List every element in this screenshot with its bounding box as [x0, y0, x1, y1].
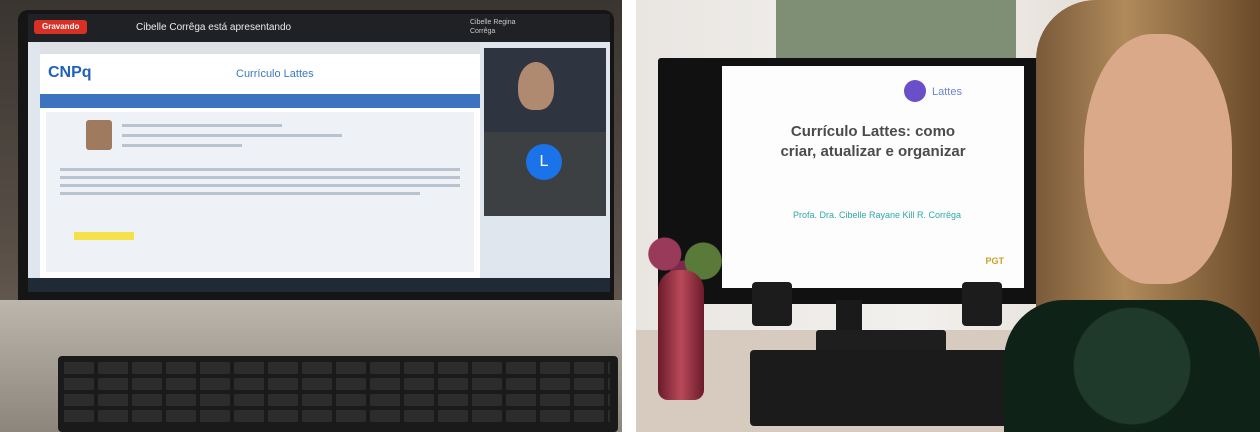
monitor-stand	[836, 300, 862, 334]
presentation-slide: Lattes Currículo Lattes: como criar, atu…	[722, 66, 1024, 288]
laptop-keyboard	[58, 356, 618, 432]
person-face	[1084, 34, 1232, 284]
laptop-screen: Gravando Cibelle Corrêga está apresentan…	[28, 14, 610, 292]
text-line	[60, 192, 420, 195]
cnpq-header: CNPq Currículo Lattes	[40, 54, 480, 95]
participant-panel: L	[484, 132, 606, 216]
shared-browser-window: CNPq Currículo Lattes	[40, 42, 480, 278]
key-row	[64, 410, 610, 422]
highlight-mark	[74, 232, 134, 240]
cnpq-logo: CNPq	[48, 64, 92, 81]
taskbar	[28, 278, 610, 292]
speaker	[962, 282, 1002, 326]
participant-avatar: L	[526, 144, 562, 180]
slide-logo-text: Lattes	[932, 86, 962, 98]
browser-bar	[40, 42, 480, 54]
meet-user: Cibelle Regina Corrêga	[470, 19, 516, 35]
text-line	[60, 184, 460, 187]
vase	[658, 270, 704, 400]
lattes-logo: Currículo Lattes	[236, 68, 314, 80]
person-shirt	[1004, 300, 1260, 432]
slide-title-line-1: Currículo Lattes: como	[790, 123, 956, 140]
slide-author: Profa. Dra. Cibelle Rayane Kill R. Corrê…	[792, 210, 962, 220]
desk-keyboard	[750, 350, 1010, 426]
text-line	[60, 176, 460, 179]
video-tile	[484, 48, 606, 132]
meet-top-bar: Gravando Cibelle Corrêga está apresentan…	[28, 14, 610, 42]
cv-area	[46, 112, 474, 272]
slide-footer: PGT	[985, 256, 1004, 266]
key-row	[64, 362, 610, 374]
key-row	[64, 394, 610, 406]
text-line	[122, 124, 282, 127]
slide-title-line-2: criar, atualizar e organizar	[780, 143, 966, 160]
text-line	[122, 144, 242, 147]
slide-title: Currículo Lattes: como criar, atualizar …	[748, 122, 998, 162]
laptop-photo: Gravando Cibelle Corrêga está apresentan…	[0, 0, 622, 432]
meet-title: Cibelle Corrêga está apresentando	[136, 22, 292, 33]
speaker	[752, 282, 792, 326]
lattes-logo-icon	[904, 80, 926, 102]
participant-face	[518, 62, 554, 110]
monitor-photo: Lattes Currículo Lattes: como criar, atu…	[636, 0, 1260, 432]
cv-avatar	[86, 120, 112, 150]
text-line	[122, 134, 342, 137]
recording-badge: Gravando	[34, 20, 88, 34]
nav-strip	[40, 94, 480, 108]
key-row	[64, 378, 610, 390]
text-line	[60, 168, 460, 171]
